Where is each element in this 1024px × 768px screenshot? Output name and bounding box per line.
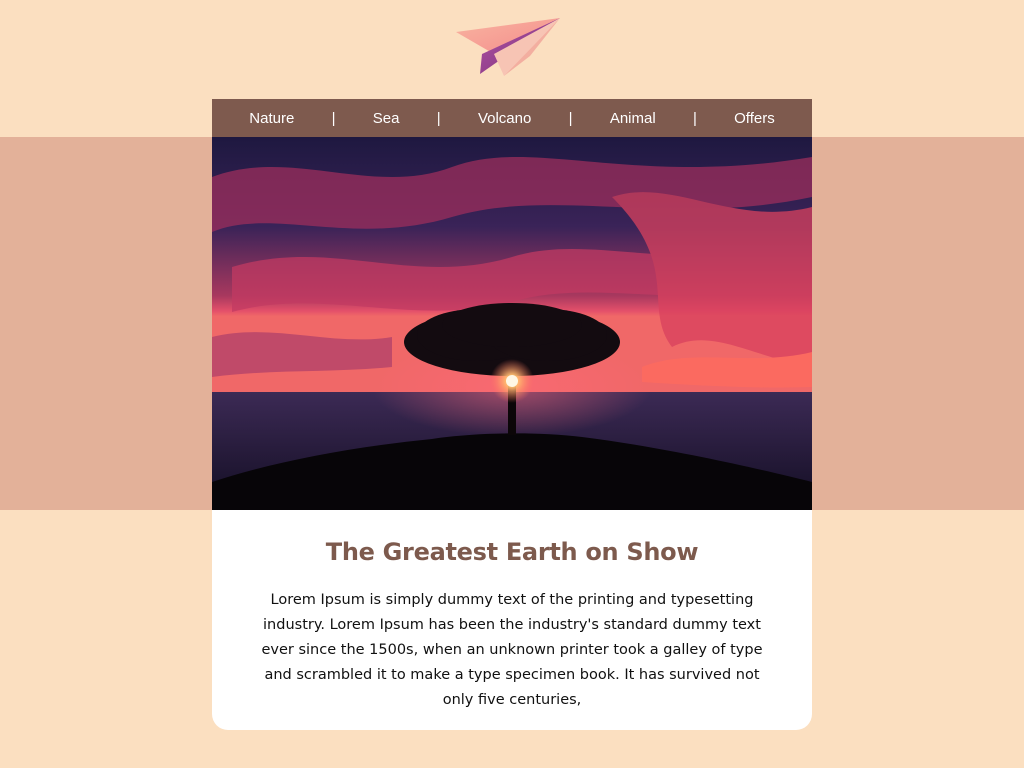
email-page: Nature | Sea | Volcano | Animal | Offers xyxy=(0,0,1024,768)
nav-separator: | xyxy=(568,109,573,127)
nav-link-sea[interactable]: Sea xyxy=(373,110,400,127)
nav-separator: | xyxy=(692,109,697,127)
top-nav: Nature | Sea | Volcano | Animal | Offers xyxy=(212,99,812,137)
article-body: Lorem Ipsum is simply dummy text of the … xyxy=(261,592,763,708)
nav-separator: | xyxy=(331,109,336,127)
nav-separator: | xyxy=(436,109,441,127)
nav-link-animal[interactable]: Animal xyxy=(610,110,656,127)
article-title: The Greatest Earth on Show xyxy=(325,538,699,566)
hero-image xyxy=(212,137,812,510)
paper-plane-icon[interactable] xyxy=(452,14,568,82)
nav-link-volcano[interactable]: Volcano xyxy=(478,110,531,127)
nav-link-offers[interactable]: Offers xyxy=(734,110,775,127)
article-card: The Greatest Earth on Show Lorem Ipsum i… xyxy=(212,510,812,730)
nav-link-nature[interactable]: Nature xyxy=(249,110,294,127)
